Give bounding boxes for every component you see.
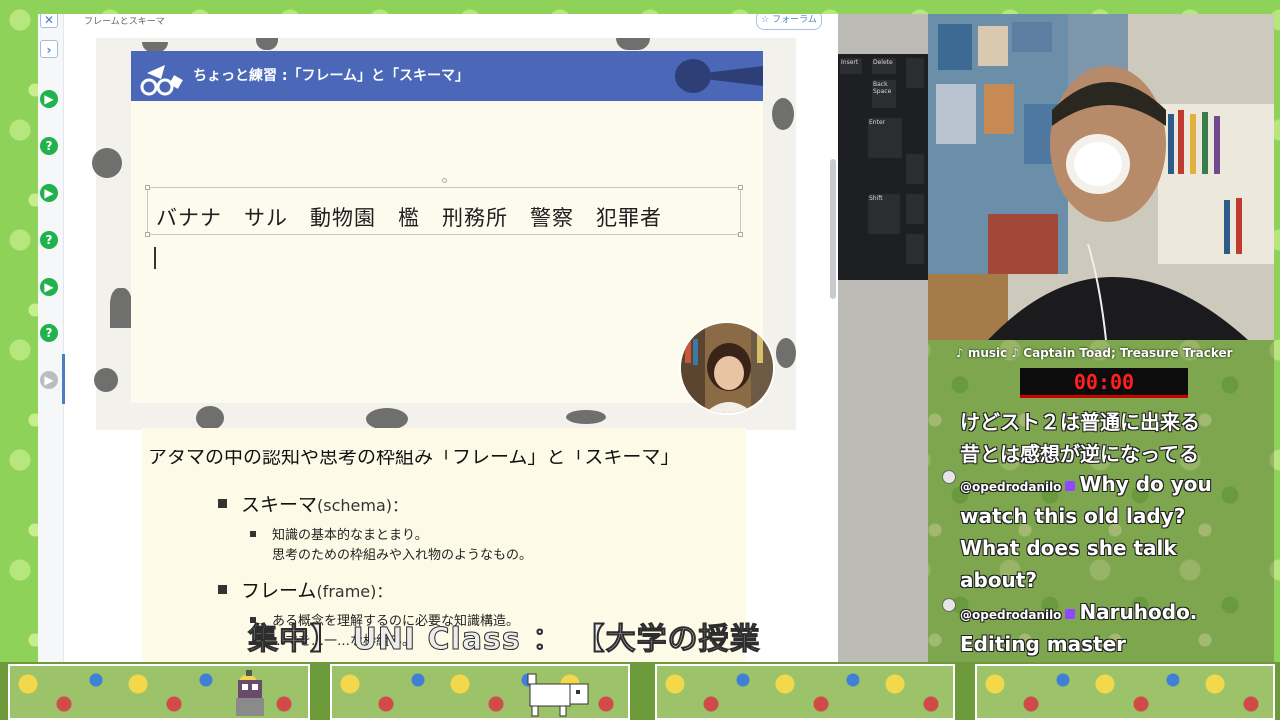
bottom-decor-panel [655, 664, 955, 720]
key [906, 234, 924, 264]
play-icon[interactable]: ▶ [40, 278, 58, 296]
frame-label: フレーム [241, 580, 317, 602]
resize-handle[interactable] [145, 232, 150, 237]
chat-message: @opedrodanilo Naruhodo. [960, 600, 1197, 624]
people-icon [140, 65, 183, 96]
frame-english: (frame)： [316, 582, 393, 601]
cat-sprite-icon [527, 673, 589, 717]
decorative-teapot-icon [92, 148, 122, 178]
room-background: Insert Delete Back Space Enter Shift [838, 14, 928, 662]
chat-username: @opedrodanilo [960, 608, 1062, 622]
resize-handle[interactable] [738, 232, 743, 237]
streamer-webcam-image [928, 14, 1274, 340]
key: Insert [840, 58, 862, 74]
webcam-feed [928, 14, 1274, 340]
presentation-slide: ちょっと練習 :「フレーム」と「スキーマ」 バナナ サル 動物園 檻 刑務所 警… [131, 51, 775, 415]
lecture-browser-window: ✕ › ▶ ? ▶ ? ▶ ? ▶ フレームとスキーマ ☆ フォーラム ちょっと… [38, 14, 838, 662]
decorative-shape-icon [772, 98, 794, 130]
text-cursor [154, 247, 156, 269]
avatar [942, 598, 956, 612]
slide-frame: ちょっと練習 :「フレーム」と「スキーマ」 バナナ サル 動物園 檻 刑務所 警… [92, 38, 796, 430]
frame-term: フレーム(frame)： [218, 576, 392, 603]
chat-message-continued: watch this old lady? [960, 504, 1186, 528]
bottom-decor-panel [975, 664, 1275, 720]
play-icon[interactable]: ▶ [40, 184, 58, 202]
chevron-right-icon[interactable]: › [40, 40, 58, 58]
quiz-icon[interactable]: ? [40, 137, 58, 155]
notes-heading: アタマの中の認知や思考の枠組み「フレーム」と「スキーマ」 [148, 446, 680, 468]
decorative-shape-icon [94, 368, 118, 392]
subscriber-badge-icon [1065, 481, 1076, 491]
key [906, 154, 924, 184]
chat-message-continued: What does she talk [960, 536, 1177, 560]
bullet-square [218, 499, 227, 508]
key [906, 194, 924, 224]
chat-message: けどスト２は普通に出来る [960, 410, 1200, 434]
avatar [942, 470, 956, 484]
decorative-blob [705, 66, 763, 86]
decorative-shape-icon [110, 288, 132, 328]
now-playing-music: ♪ music ♪ Captain Toad; Treasure Tracker [956, 346, 1233, 360]
schema-desc-line: 知識の基本的なまとまり。 [272, 528, 428, 543]
close-icon[interactable]: ✕ [40, 14, 58, 28]
stream-title-overlay: 集中】 UNI Class ： 【大学の授業 [248, 622, 761, 658]
stream-bottom-bar [0, 662, 1280, 720]
play-icon[interactable]: ▶ [40, 371, 58, 389]
stream-timer: 00:00 [1020, 368, 1188, 398]
presenter-video-bubble [679, 321, 775, 415]
resize-handle[interactable] [738, 185, 743, 190]
chat-username: @opedrodanilo [960, 480, 1062, 494]
play-icon[interactable]: ▶ [40, 90, 58, 108]
resize-handle[interactable] [145, 185, 150, 190]
bullet-square [218, 585, 227, 594]
key: Shift [868, 194, 900, 234]
rotate-handle[interactable] [442, 178, 447, 183]
key: Enter [868, 118, 902, 158]
subscriber-badge-icon [1065, 609, 1076, 619]
decorative-shape-icon [256, 38, 278, 50]
slide-text-box[interactable]: バナナ サル 動物園 檻 刑務所 警察 犯罪者 [145, 178, 743, 237]
chat-text: Naruhodo. [1079, 600, 1198, 624]
key [906, 58, 924, 88]
key: Back Space [872, 80, 896, 108]
breadcrumb: フレームとスキーマ [84, 17, 165, 27]
left-navigation-rail: ✕ › ▶ ? ▶ ? ▶ ? ▶ [38, 14, 65, 662]
schema-label: スキーマ [241, 494, 318, 516]
schema-english: (schema)： [317, 496, 409, 515]
chat-message-continued: Editing master [960, 632, 1126, 656]
key: Delete [872, 58, 896, 74]
stream-chat-overlay: ♪ music ♪ Captain Toad; Treasure Tracker… [928, 340, 1274, 662]
chat-message-continued: about? [960, 568, 1037, 592]
chat-message: 昔とは感想が逆になってる [960, 442, 1199, 466]
forum-button[interactable]: ☆ フォーラム [756, 14, 822, 30]
quiz-icon[interactable]: ? [40, 231, 58, 249]
decorative-shape-icon [366, 408, 408, 430]
schema-description: 知識の基本的なまとまり。 思考のための枠組みや入れ物のようなもの。 [250, 526, 532, 566]
keyboard-image: Insert Delete Back Space Enter Shift [838, 54, 928, 280]
scrollbar[interactable] [830, 159, 836, 299]
schema-term: スキーマ(schema)： [218, 490, 408, 517]
quiz-icon[interactable]: ? [40, 324, 58, 342]
chat-message: @opedrodanilo Why do you [960, 472, 1212, 496]
decorative-shape-icon [776, 338, 796, 368]
bullet-square [250, 531, 256, 537]
active-item-indicator [62, 354, 65, 404]
presenter-avatar [681, 323, 773, 413]
decorative-shape-icon [616, 38, 650, 50]
decorative-shape-icon [196, 406, 224, 430]
slide-header: ちょっと練習 :「フレーム」と「スキーマ」 [131, 51, 763, 101]
slide-title: ちょっと練習 :「フレーム」と「スキーマ」 [193, 68, 470, 84]
chat-text: Why do you [1079, 472, 1212, 496]
keyword-list: バナナ サル 動物園 檻 刑務所 警察 犯罪者 [156, 206, 662, 230]
decorative-shape-icon [566, 410, 606, 424]
robot-sprite-icon [236, 670, 264, 716]
schema-desc-line: 思考のための枠組みや入れ物のようなもの。 [272, 548, 533, 563]
